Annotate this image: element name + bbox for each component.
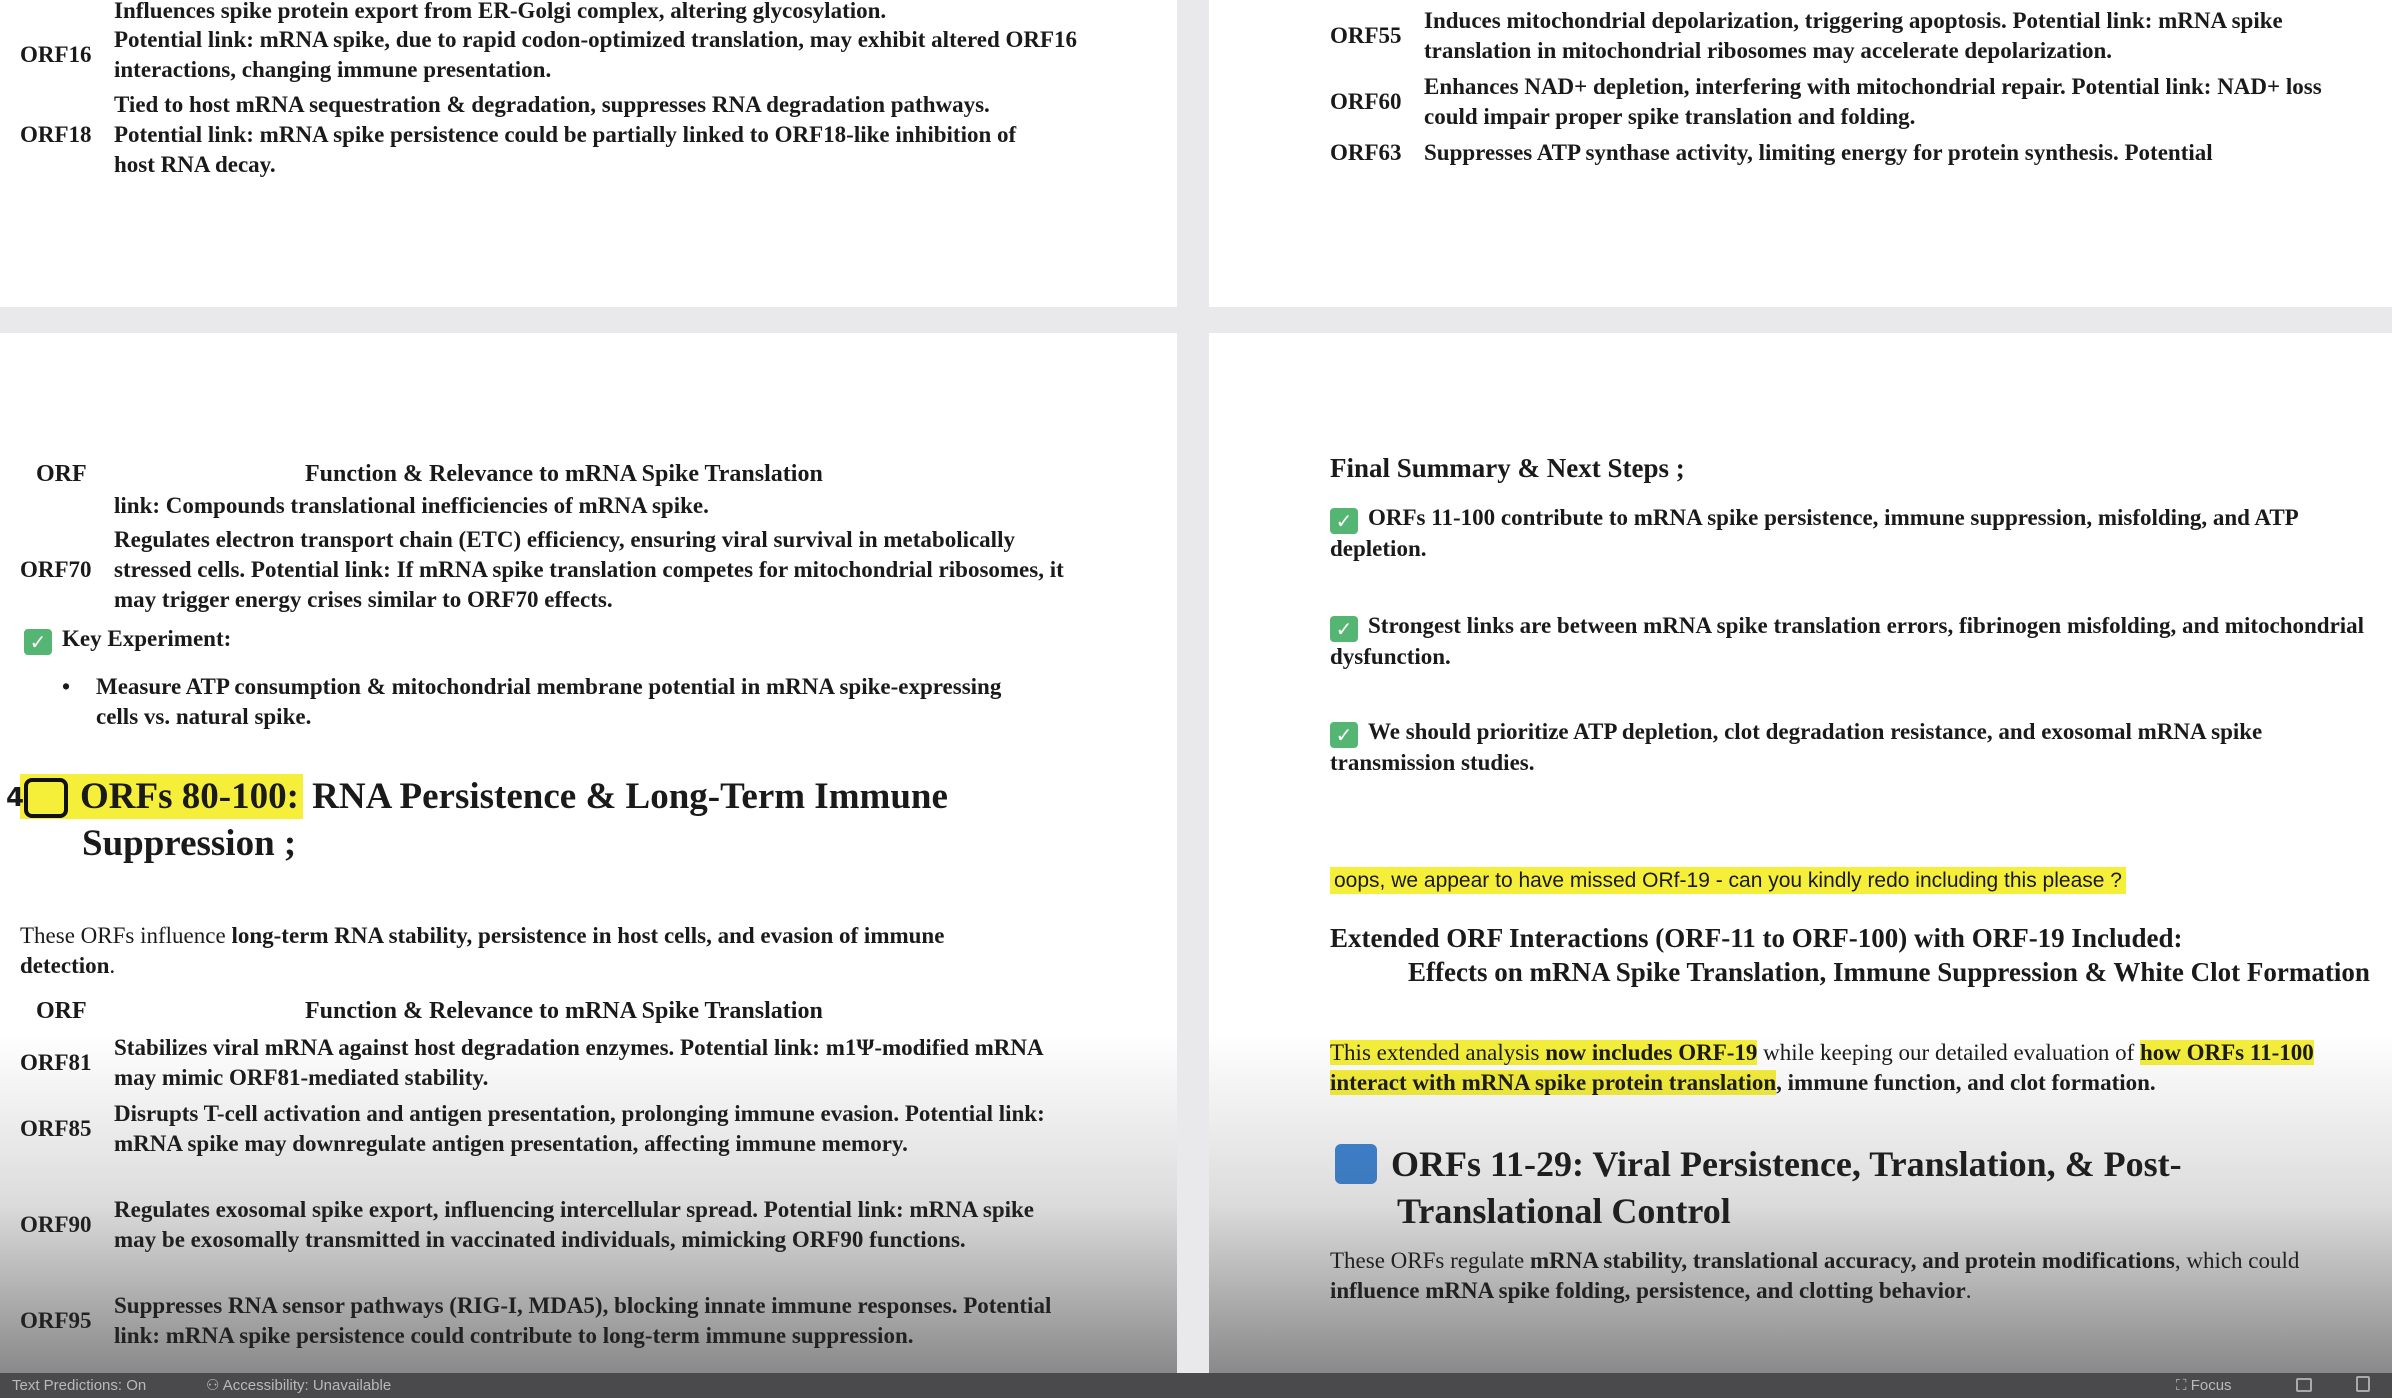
orf-description: Regulates exosomal spike export, influen… xyxy=(114,1197,1035,1252)
summary-item: ✓ We should prioritize ATP depletion, clo… xyxy=(1330,717,2380,778)
table-header-function: Function & Relevance to mRNA Spike Trans… xyxy=(305,461,823,487)
ext-text-c: while keeping our detailed evaluation of xyxy=(1757,1040,2140,1065)
orf-id: ORF18 xyxy=(20,122,92,147)
intro-mid: , which could xyxy=(2174,1248,2300,1273)
intro-post: . xyxy=(109,953,116,978)
status-bar: Text Predictions: On ⚇ Accessibility: Un… xyxy=(0,1373,2392,1398)
table-row: ORF85 Disrupts T-cell activation and ant… xyxy=(20,1099,1080,1159)
check-icon: ✓ xyxy=(24,629,52,655)
orf-description: Regulates electron transport chain (ETC)… xyxy=(114,527,1064,612)
table-row: ORF70 Regulates electron transport chain… xyxy=(20,525,1080,615)
read-mode-button[interactable] xyxy=(2296,1373,2312,1398)
table-row: ORF16 Potential link: mRNA spike, due to… xyxy=(20,25,1080,85)
focus-button[interactable]: ⛶ Focus xyxy=(2176,1373,2232,1398)
bullet-text: Measure ATP consumption & mitochondrial … xyxy=(96,674,1002,729)
orf-id: ORF55 xyxy=(1330,23,1402,48)
check-icon: ✓ xyxy=(1330,722,1358,748)
accessibility-icon: ⚇ xyxy=(206,1376,220,1394)
table-row: ORF18 Tied to host mRNA sequestration & … xyxy=(20,90,1060,180)
orf-description: Tied to host mRNA sequestration & degrad… xyxy=(114,92,1017,177)
print-layout-icon xyxy=(2356,1376,2370,1392)
orf-description: Disrupts T-cell activation and antigen p… xyxy=(114,1101,1045,1156)
check-icon: ✓ xyxy=(1330,616,1358,642)
summary-item-text: ORFs 11-100 contribute to mRNA spike per… xyxy=(1330,505,2298,561)
orf-id: ORF90 xyxy=(20,1212,92,1237)
print-layout-button[interactable] xyxy=(2356,1373,2370,1398)
continuation-text: link: Compounds translational inefficien… xyxy=(114,493,709,518)
orf-id: ORF60 xyxy=(1330,89,1402,114)
key-experiment-text: Key Experiment: xyxy=(62,626,232,651)
fragment-text: Influences spike protein export from ER-… xyxy=(114,0,887,23)
orf-id: ORF81 xyxy=(20,1050,92,1075)
table-row: ORF60 Enhances NAD+ depletion, interferi… xyxy=(1330,72,2340,132)
table-row: ORF81 Stabilizes viral mRNA against host… xyxy=(20,1033,1080,1093)
extended-title: Extended ORF Interactions (ORF-11 to ORF… xyxy=(1330,921,2380,989)
intro-bold-1: mRNA stability, translational accuracy, … xyxy=(1529,1248,2175,1273)
accessibility-status[interactable]: ⚇ Accessibility: Unavailable xyxy=(206,1373,391,1398)
section-heading-text: ORFs 11-29: Viral Persistence, Translati… xyxy=(1391,1144,2182,1231)
summary-item-text: Strongest links are between mRNA spike t… xyxy=(1330,613,2365,669)
extended-title-line2: Effects on mRNA Spike Translation, Immun… xyxy=(1408,957,2370,987)
table-header-function: Function & Relevance to mRNA Spike Trans… xyxy=(305,998,823,1024)
table-row: ORF95 Suppresses RNA sensor pathways (RI… xyxy=(20,1291,1080,1351)
table-header-orf: ORF xyxy=(36,998,87,1024)
summary-title: Final Summary & Next Steps ; xyxy=(1330,453,1685,483)
table-row: ORF90 Regulates exosomal spike export, i… xyxy=(20,1195,1080,1255)
table-row-continuation: link: Compounds translational inefficien… xyxy=(114,491,1114,521)
bullet-item: • Measure ATP consumption & mitochondria… xyxy=(62,672,1022,732)
ext-text-b: now includes ORF-19 xyxy=(1545,1040,1758,1065)
orf-id: ORF70 xyxy=(20,557,92,582)
table-row: ORF63 Suppresses ATP synthase activity, … xyxy=(1330,138,2390,168)
orf-id: ORF85 xyxy=(20,1116,92,1141)
focus-icon: ⛶ xyxy=(2176,1376,2187,1394)
orf-description: Enhances NAD+ depletion, interfering wit… xyxy=(1424,74,2322,129)
extended-title-line1: Extended ORF Interactions (ORF-11 to ORF… xyxy=(1330,923,2183,953)
check-icon: ✓ xyxy=(1330,508,1358,534)
orf-id: ORF95 xyxy=(20,1308,92,1333)
summary-item: ✓ Strongest links are between mRNA spike … xyxy=(1330,611,2380,672)
intro-post: . xyxy=(1965,1278,1972,1303)
document-page-bottom-right: Final Summary & Next Steps ; ✓ ORFs 11-10… xyxy=(1209,333,2392,1373)
focus-label: Focus xyxy=(2190,1377,2232,1394)
ext-text-a: This extended analysis xyxy=(1330,1040,1546,1065)
intro-pre: These ORFs influence xyxy=(20,923,232,948)
bullet-dot: • xyxy=(62,674,71,699)
number-1-icon: 1 xyxy=(1316,1144,1377,1184)
user-prompt: oops, we appear to have missed ORf-19 - … xyxy=(1330,866,2126,896)
number-4-icon: 4 xyxy=(6,778,68,818)
orf-id: ORF16 xyxy=(20,42,92,67)
orf-description: Potential link: mRNA spike, due to rapid… xyxy=(114,27,1078,82)
section-heading-highlight: 4 ORFs 80-100: xyxy=(6,774,303,819)
section-intro: These ORFs influence long-term RNA stabi… xyxy=(20,921,1040,981)
intro-pre: These ORFs regulate xyxy=(1330,1248,1530,1273)
text-predictions-status[interactable]: Text Predictions: On xyxy=(12,1373,146,1398)
orf-description: Stabilizes viral mRNA against host degra… xyxy=(114,1035,1043,1090)
summary-item: ✓ ORFs 11-100 contribute to mRNA spike pe… xyxy=(1330,503,2380,564)
orf-id: ORF63 xyxy=(1330,140,1402,165)
document-page-top-right: ORF55 Induces mitochondrial depolarizati… xyxy=(1209,0,2392,307)
section-heading-4: 4 ORFs 80-100: RNA Persistence & Long-Ter… xyxy=(6,773,1080,867)
user-prompt-text: oops, we appear to have missed ORf-19 - … xyxy=(1330,867,2126,894)
document-page-bottom-left: ORF Function & Relevance to mRNA Spike T… xyxy=(0,333,1177,1373)
orf-description: Suppresses ATP synthase activity, limiti… xyxy=(1424,140,2213,165)
summary-item-text: We should prioritize ATP depletion, clot… xyxy=(1330,719,2263,775)
section-heading-hl-text: ORFs 80-100: xyxy=(80,776,299,817)
accessibility-text: Accessibility: Unavailable xyxy=(222,1377,392,1394)
read-mode-icon xyxy=(2296,1378,2312,1392)
text-fragment: Influences spike protein export from ER-… xyxy=(114,0,1114,26)
extended-paragraph: This extended analysis now includes ORF-… xyxy=(1330,1038,2380,1098)
orf-description: Induces mitochondrial depolarization, tr… xyxy=(1424,8,2283,63)
intro-bold-2: influence mRNA spike folding, persistenc… xyxy=(1330,1278,1966,1303)
document-page-top-left: Influences spike protein export from ER-… xyxy=(0,0,1177,307)
key-experiment-label: ✓ Key Experiment: xyxy=(24,624,231,655)
section-heading-1: 1 ORFs 11-29: Viral Persistence, Translat… xyxy=(1316,1141,2335,1235)
ext-text-e: , immune function, and clot formation. xyxy=(1776,1070,2156,1095)
section-intro: These ORFs regulate mRNA stability, tran… xyxy=(1330,1246,2380,1306)
table-header-orf: ORF xyxy=(36,461,87,487)
table-row: ORF55 Induces mitochondrial depolarizati… xyxy=(1330,6,2340,66)
orf-description: Suppresses RNA sensor pathways (RIG-I, M… xyxy=(114,1293,1052,1348)
